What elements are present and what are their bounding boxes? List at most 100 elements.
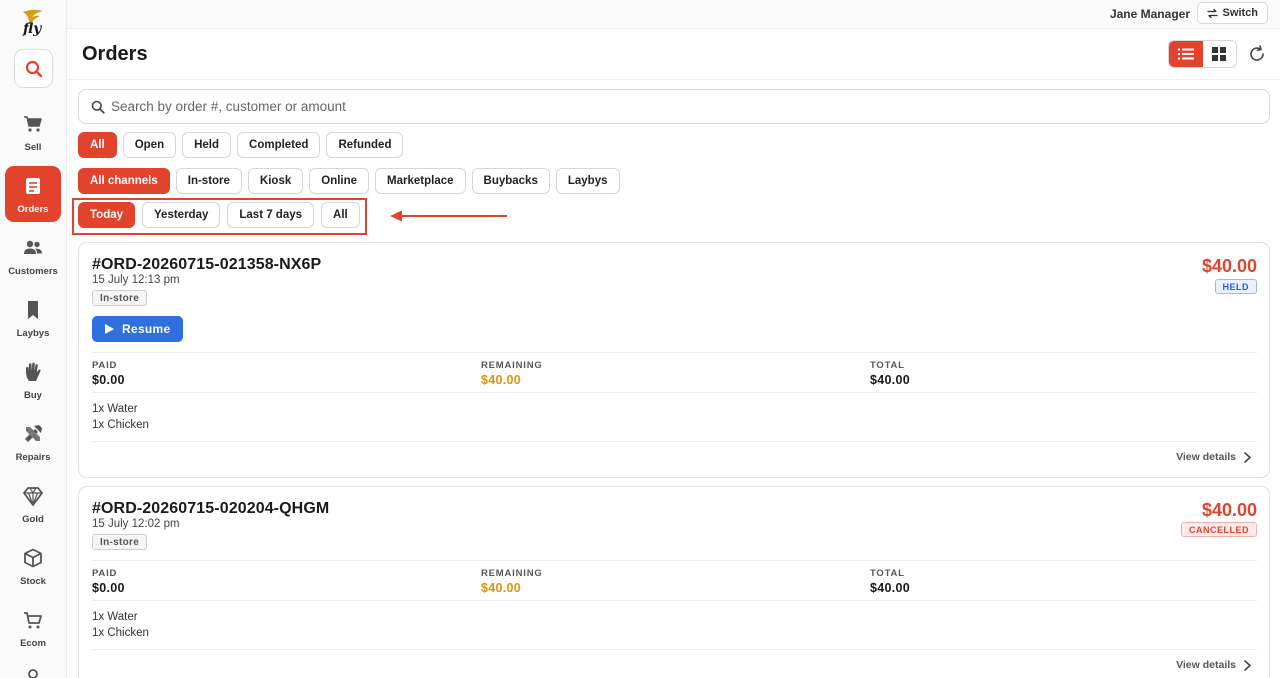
paid-value: $0.00 <box>92 373 125 387</box>
divider <box>92 649 1257 650</box>
sidebar-item-label: Laybys <box>16 328 50 339</box>
sidebar-item-orders[interactable]: Orders <box>5 166 61 222</box>
view-toggle <box>1168 40 1237 68</box>
line-item: 1x Chicken <box>92 627 149 639</box>
sidebar-item-label: Gold <box>22 514 44 525</box>
filter-channel-marketplace[interactable]: Marketplace <box>375 168 466 194</box>
sidebar-item-label: Buy <box>24 390 42 401</box>
orders-icon <box>26 178 40 194</box>
total-label: TOTAL <box>870 568 905 579</box>
diamond-icon <box>23 487 43 506</box>
filter-status-all[interactable]: All <box>78 132 117 158</box>
remaining-value: $40.00 <box>481 581 522 595</box>
swap-icon <box>1206 8 1218 18</box>
divider <box>92 600 1257 601</box>
switch-label: Switch <box>1222 7 1258 19</box>
grid-icon <box>1212 47 1227 61</box>
paid-value: $0.00 <box>92 581 125 595</box>
search-bar <box>78 89 1270 124</box>
order-date: 15 July 12:13 pm <box>92 274 180 286</box>
sidebar-item-stock[interactable]: Stock <box>5 538 61 594</box>
filter-channel-kiosk[interactable]: Kiosk <box>247 168 304 194</box>
search-icon <box>25 60 42 77</box>
user-icon <box>28 669 38 678</box>
total-stat: TOTAL $40.00 <box>870 360 910 387</box>
list-view-button[interactable] <box>1169 41 1203 67</box>
switch-user-button[interactable]: Switch <box>1196 2 1268 24</box>
refresh-icon[interactable] <box>1248 45 1266 63</box>
line-items: 1x Water 1x Chicken <box>92 609 149 641</box>
sidebar-search-button[interactable] <box>14 49 53 88</box>
remaining-label: REMAINING <box>481 360 543 371</box>
sidebar-item-label: Customers <box>8 266 58 277</box>
search-input[interactable] <box>111 99 1172 114</box>
total-value: $40.00 <box>870 373 911 387</box>
sidebar-item-sell[interactable]: Sell <box>5 104 61 160</box>
cart-icon <box>24 116 42 132</box>
filter-status-open[interactable]: Open <box>122 132 177 158</box>
status-badge: HELD <box>1214 279 1257 294</box>
order-card: #ORD-20260715-020204-QHGM 15 July 12:02 … <box>78 486 1270 678</box>
filter-status-refunded[interactable]: Refunded <box>326 132 404 158</box>
channel-badge: In-store <box>92 534 148 550</box>
sidebar-item-label: Orders <box>17 204 49 215</box>
divider <box>92 352 1257 353</box>
search-icon <box>91 100 105 114</box>
line-item: 1x Water <box>92 611 138 623</box>
shopping-cart-icon <box>24 612 42 629</box>
status-badge: CANCELLED <box>1181 522 1257 537</box>
view-details-link[interactable]: View details <box>1176 451 1251 463</box>
order-amount: $40.00 <box>1201 500 1257 520</box>
order-date: 15 July 12:02 pm <box>92 518 180 530</box>
grid-view-button[interactable] <box>1203 41 1237 67</box>
remaining-stat: REMAINING $40.00 <box>481 568 543 595</box>
line-items: 1x Water 1x Chicken <box>92 401 149 433</box>
sidebar-item-gold[interactable]: Gold <box>5 476 61 532</box>
total-value: $40.00 <box>870 581 911 595</box>
order-amount: $40.00 <box>1201 256 1257 276</box>
resume-button[interactable]: Resume <box>92 316 183 342</box>
paid-label: PAID <box>92 360 118 371</box>
paid-stat: PAID $0.00 <box>92 360 125 387</box>
view-details-link[interactable]: View details <box>1176 659 1251 671</box>
filter-channel-in-store[interactable]: In-store <box>175 168 242 194</box>
customers-icon <box>24 240 42 254</box>
sidebar-item-laybys[interactable]: Laybys <box>5 290 61 346</box>
sidebar-item-repairs[interactable]: Repairs <box>5 414 61 470</box>
filter-channel-buybacks[interactable]: Buybacks <box>471 168 550 194</box>
divider <box>92 560 1257 561</box>
filter-status-completed[interactable]: Completed <box>237 132 321 158</box>
sidebar-item-label: Ecom <box>20 638 46 649</box>
play-icon <box>105 324 114 334</box>
order-card: #ORD-20260715-021358-NX6P 15 July 12:13 … <box>78 242 1270 478</box>
view-details-label: View details <box>1176 451 1236 463</box>
filter-channel-laybys[interactable]: Laybys <box>555 168 620 194</box>
divider <box>92 441 1257 442</box>
paid-stat: PAID $0.00 <box>92 568 125 595</box>
filter-channel-online[interactable]: Online <box>309 168 370 194</box>
sidebar-item-ecom[interactable]: Ecom <box>5 600 61 656</box>
total-stat: TOTAL $40.00 <box>870 568 910 595</box>
page-title: Orders <box>82 43 148 65</box>
hand-icon <box>26 362 41 381</box>
page-header: Orders <box>67 29 1280 80</box>
status-filter-row: All Open Held Completed Refunded <box>78 132 404 158</box>
line-item: 1x Water <box>92 403 138 415</box>
sidebar-item-label: Repairs <box>15 452 51 463</box>
user-name: Jane Manager <box>1109 7 1190 21</box>
view-details-label: View details <box>1176 659 1236 671</box>
channel-filter-row: All channels In-store Kiosk Online Marke… <box>78 168 620 194</box>
divider <box>92 392 1257 393</box>
remaining-stat: REMAINING $40.00 <box>481 360 543 387</box>
sidebar-item-buy[interactable]: Buy <box>5 352 61 408</box>
annotation-highlight-box <box>72 198 367 235</box>
filter-status-held[interactable]: Held <box>182 132 232 158</box>
total-label: TOTAL <box>870 360 905 371</box>
chevron-right-icon <box>1244 659 1251 671</box>
filter-channel-all[interactable]: All channels <box>78 168 170 194</box>
sidebar-item-customers[interactable]: Customers <box>5 228 61 284</box>
sidebar: fly Sell Orders Customers Laybys Buy Rep… <box>0 0 67 678</box>
remaining-label: REMAINING <box>481 568 543 579</box>
line-item: 1x Chicken <box>92 419 149 431</box>
annotation-arrow-icon <box>390 210 507 222</box>
